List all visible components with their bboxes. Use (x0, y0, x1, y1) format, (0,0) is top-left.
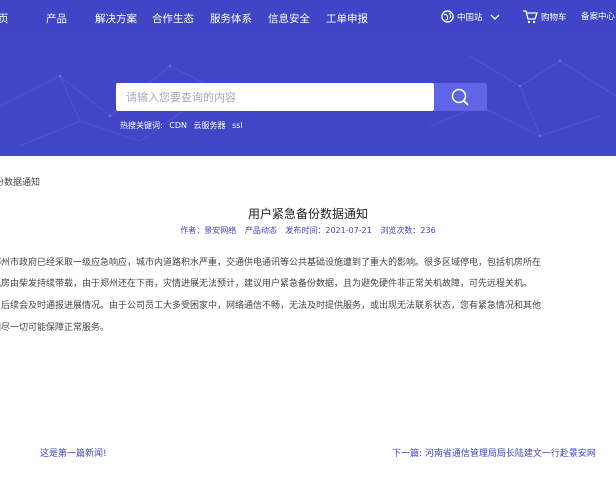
nav-item-home[interactable]: 页 (0, 11, 9, 26)
hot-keyword-cdn[interactable]: CDN (169, 121, 187, 130)
filing-center-link[interactable]: 备案中心 (581, 10, 615, 22)
article-line: 机房由柴发持续带载，由于郑州还在下雨，灾情进展无法预计，建议用户紧急备份数据，且… (0, 279, 533, 289)
nav-item-products[interactable]: 产品 (46, 11, 67, 26)
search-input[interactable] (116, 83, 434, 111)
globe-icon (441, 10, 454, 23)
article-title: 用户紧急备份数据通知 (247, 207, 368, 221)
search-button[interactable] (434, 83, 487, 111)
article-views: 浏览次数：236 (380, 226, 436, 235)
hot-keyword-cloud-server[interactable]: 云服务器 (194, 121, 226, 130)
article-date: 发布时间：2021-07-21 (285, 226, 372, 235)
prev-article-link[interactable]: 这是第一篇新闻! (40, 446, 107, 459)
cart-label: 购物车 (541, 13, 567, 23)
next-article-title: 河南省通信管理局局长陆建文一行赴景安网 (424, 449, 596, 459)
article-author: 作者：景安网络 (180, 226, 237, 235)
nav-item-service[interactable]: 服务体系 (210, 11, 252, 26)
hot-keyword-ssl[interactable]: ssl (232, 121, 243, 130)
search-icon (451, 88, 469, 106)
hot-keywords: 热搜关键词: CDN 云服务器 ssl (120, 120, 247, 131)
article-category: 产品动态 (244, 226, 277, 235)
top-nav: 页 产品 解决方案 合作生态 服务体系 信息安全 工单申报 中国站 购物车 备案… (0, 0, 616, 36)
breadcrumb: 份数据通知 (0, 178, 41, 188)
cart-link[interactable]: 购物车 (522, 10, 567, 24)
search-banner: 热搜关键词: CDN 云服务器 ssl (0, 36, 616, 156)
chevron-down-icon (490, 14, 499, 20)
nav-item-ticket[interactable]: 工单申报 (326, 11, 368, 26)
nav-item-solutions[interactable]: 解决方案 (95, 11, 137, 26)
article-line: ，后续会及时通报进展情况。由于公司员工大多受困家中，网络通信不畅，无法及时提供服… (0, 301, 542, 311)
next-article-link[interactable]: 下一篇: 河南省通信管理局局长陆建文一行赴景安网 (392, 446, 596, 459)
cart-icon (523, 10, 538, 24)
region-selector[interactable]: 中国站 (441, 10, 500, 23)
next-article-label: 下一篇: (392, 449, 423, 459)
nav-item-security[interactable]: 信息安全 (268, 11, 310, 26)
region-label: 中国站 (457, 12, 483, 23)
article-line: 们尽一切可能保障正常服务。 (0, 323, 110, 333)
hot-keywords-label: 热搜关键词: (120, 121, 163, 130)
article-meta: 作者：景安网络 产品动态 发布时间：2021-07-21 浏览次数：236 (0, 225, 616, 236)
nav-item-ecosystem[interactable]: 合作生态 (152, 11, 194, 26)
article-line: 郑州市政府已经采取一级应急响应，城市内道路积水严重，交通供电通讯等公共基础设施遭… (0, 258, 542, 268)
